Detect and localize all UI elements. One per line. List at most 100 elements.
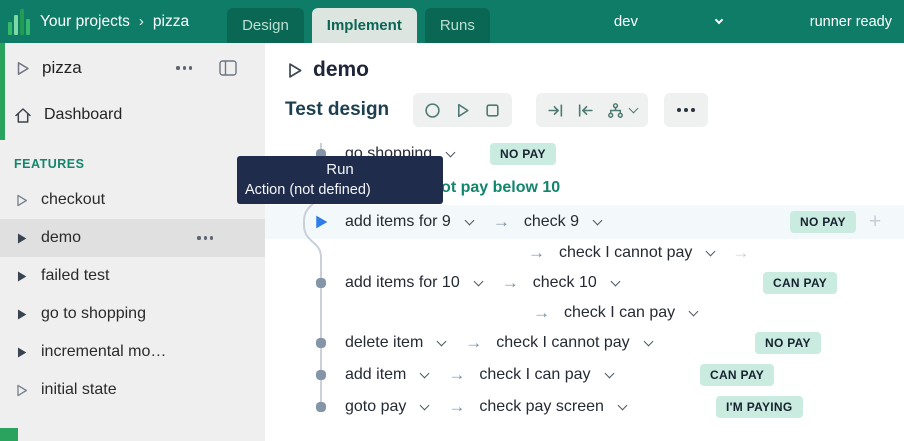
chevron-down-icon[interactable] (437, 337, 447, 347)
sidebar-item-checkout[interactable]: checkout (0, 181, 265, 219)
sidebar-item-dashboard[interactable]: Dashboard (0, 93, 265, 137)
env-selector[interactable]: dev (614, 13, 722, 30)
sidebar-item-label: incremental mo… (41, 343, 166, 361)
tooltip-title: Run (237, 161, 443, 178)
status-badge: CAN PAY (763, 272, 837, 294)
status-badge: I'M PAYING (716, 396, 803, 418)
status-badge: NO PAY (790, 211, 856, 233)
check-label[interactable]: check 9 (524, 213, 579, 231)
step-label[interactable]: add item (345, 366, 406, 384)
breadcrumb-separator-icon: › (139, 13, 144, 30)
step-subrow-check-can-pay: → check I can pay (265, 299, 904, 327)
sidebar-item-initial-state[interactable]: initial state (0, 371, 265, 409)
arrow-right-icon: → (493, 212, 510, 232)
step-label[interactable]: add items for 9 (345, 213, 451, 231)
chevron-down-icon[interactable] (593, 216, 603, 226)
chevron-down-icon[interactable] (420, 369, 430, 379)
project-more-button[interactable] (176, 66, 192, 69)
add-step-button[interactable]: + (869, 210, 881, 234)
step-row-delete-item: delete item → check I cannot pay NO PAY (265, 327, 904, 359)
step-row-add-items-9: add items for 9 → check 9 NO PAY + (265, 205, 904, 239)
breadcrumb-project[interactable]: pizza (153, 13, 189, 31)
arrow-right-icon: → (448, 397, 465, 417)
step-bullet-icon (316, 278, 326, 288)
status-badge: CAN PAY (700, 364, 774, 386)
home-icon (14, 107, 32, 124)
runner-status: runner ready (810, 14, 892, 30)
chevron-down-icon[interactable] (643, 337, 653, 347)
check-label[interactable]: check I can pay (479, 366, 590, 384)
step-label[interactable]: delete item (345, 334, 423, 352)
arrow-right-icon: → (533, 303, 550, 323)
sidebar-item-incremental[interactable]: incremental mo… (0, 333, 265, 371)
play-filled-icon (14, 307, 29, 322)
play-outline-icon (14, 383, 29, 398)
sidebar-scrollbar[interactable] (0, 43, 5, 140)
chevron-down-icon[interactable] (604, 369, 614, 379)
step-row-goto-pay: goto pay → check pay screen I'M PAYING (265, 391, 904, 423)
main-tabs: Design Implement Runs (227, 0, 490, 43)
step-label[interactable]: goto pay (345, 398, 406, 416)
play-outline-icon (14, 60, 31, 77)
step-label[interactable]: add items for 10 (345, 274, 460, 292)
arrow-right-icon: → (448, 365, 465, 385)
run-tooltip: Run Action (not defined) (237, 156, 443, 204)
chevron-down-icon[interactable] (446, 148, 456, 158)
play-filled-icon (14, 231, 29, 246)
step-bullet-icon (316, 370, 326, 380)
arrow-right-icon: → (502, 273, 519, 293)
step-bullet-icon (316, 402, 326, 412)
arrow-right-icon: → (528, 243, 545, 263)
step-bullet-icon (316, 338, 326, 348)
play-outline-icon (14, 193, 29, 208)
chevron-down-icon (715, 16, 723, 24)
check-label[interactable]: check pay screen (479, 398, 604, 416)
breadcrumb-your-projects[interactable]: Your projects (40, 13, 130, 31)
run-step-button[interactable] (312, 213, 330, 231)
check-label[interactable]: check I cannot pay (496, 334, 629, 352)
play-filled-icon (14, 345, 29, 360)
sidebar-item-failed-test[interactable]: failed test (0, 257, 265, 295)
check-label[interactable]: check 10 (533, 274, 597, 292)
sidebar-project-row: pizza (0, 43, 265, 93)
chevron-down-icon[interactable] (610, 277, 620, 287)
sidebar-item-label: failed test (41, 267, 109, 285)
app-header: Your projects › pizza Design Implement R… (0, 0, 904, 43)
feature-more-button[interactable] (197, 236, 213, 239)
sidebar-project-title: pizza (42, 58, 82, 78)
sidebar-item-label: checkout (41, 191, 105, 209)
status-badge: NO PAY (755, 332, 821, 354)
tab-design[interactable]: Design (227, 8, 304, 43)
check-label[interactable]: check I cannot pay (559, 244, 692, 262)
test-steps: go shopping NO PAY check I cannot pay be… (265, 43, 904, 441)
sidebar: pizza Dashboard FEATURES checkout demo f… (0, 43, 265, 441)
tooltip-subtitle: Action (not defined) (245, 182, 443, 198)
breadcrumb: Your projects › pizza (40, 13, 189, 31)
status-badge: NO PAY (490, 143, 556, 165)
check-label[interactable]: check I can pay (564, 304, 675, 322)
chevron-down-icon[interactable] (473, 277, 483, 287)
arrow-right-outline-icon: → (732, 243, 749, 263)
step-subrow-check-cannot-pay: → check I cannot pay → (265, 239, 904, 267)
tab-runs[interactable]: Runs (425, 8, 490, 43)
sidebar-scrollbar-corner[interactable] (0, 428, 18, 441)
chevron-down-icon[interactable] (464, 216, 474, 226)
app-logo-icon[interactable] (8, 9, 30, 35)
chevron-down-icon[interactable] (420, 401, 430, 411)
chevron-down-icon[interactable] (617, 401, 627, 411)
main-panel: demo Test design go shopping (265, 43, 904, 441)
chevron-down-icon[interactable] (689, 307, 699, 317)
sidebar-item-label: demo (41, 229, 81, 247)
tab-implement[interactable]: Implement (312, 8, 417, 43)
collapse-panel-icon[interactable] (219, 60, 237, 76)
step-row-add-item: add item → check I can pay CAN PAY (265, 359, 904, 391)
play-filled-icon (14, 269, 29, 284)
step-row-add-items-10: add items for 10 → check 10 CAN PAY (265, 267, 904, 299)
sidebar-item-label: initial state (41, 381, 117, 399)
features-section-label: FEATURES (14, 157, 265, 171)
chevron-down-icon[interactable] (706, 247, 716, 257)
env-selector-label: dev (614, 13, 638, 30)
sidebar-item-go-to-shopping[interactable]: go to shopping (0, 295, 265, 333)
arrow-right-icon: → (465, 333, 482, 353)
sidebar-item-demo[interactable]: demo (0, 219, 265, 257)
